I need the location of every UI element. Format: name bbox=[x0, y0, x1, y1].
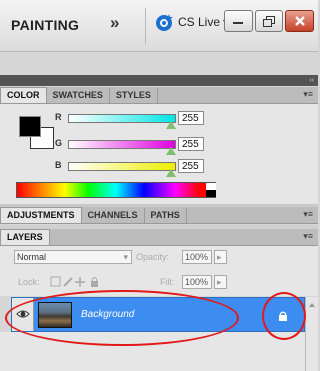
restore-icon bbox=[263, 16, 275, 27]
green-slider-handle[interactable] bbox=[166, 147, 176, 155]
tab-channels[interactable]: CHANNELS bbox=[82, 208, 145, 223]
layers-panel-tabs: LAYERS ▾≡ bbox=[0, 229, 318, 246]
divider bbox=[145, 8, 146, 44]
annotation-circle-lock bbox=[262, 292, 306, 340]
panel-menu-icon[interactable]: ▾≡ bbox=[303, 90, 313, 99]
panel-dock-empty-area bbox=[0, 53, 318, 75]
close-button[interactable] bbox=[285, 10, 315, 32]
lock-options-icons[interactable] bbox=[50, 276, 102, 288]
cs-live-button[interactable]: CS Live ▾ bbox=[153, 11, 228, 33]
panel-menu-icon[interactable]: ▾≡ bbox=[303, 210, 313, 219]
slider-label-b: B bbox=[55, 160, 62, 170]
fill-label: Fill: bbox=[160, 277, 174, 287]
fill-field[interactable]: 100% bbox=[182, 275, 212, 289]
foreground-color-swatch[interactable] bbox=[19, 116, 41, 137]
window-controls bbox=[224, 10, 315, 32]
panel-dock-header[interactable]: ›› bbox=[0, 75, 318, 86]
slider-label-g: G bbox=[55, 138, 63, 148]
red-slider-handle[interactable] bbox=[166, 121, 176, 129]
minimize-button[interactable] bbox=[224, 10, 253, 32]
color-panel-tabs: COLOR SWATCHES STYLES ▾≡ bbox=[0, 87, 318, 104]
panel-menu-icon[interactable]: ▾≡ bbox=[303, 232, 313, 241]
cs-live-label: CS Live bbox=[178, 15, 221, 29]
tab-paths[interactable]: PATHS bbox=[145, 208, 187, 223]
chevron-down-icon: ▾ bbox=[123, 252, 128, 262]
adjustments-panel-tabs: ADJUSTMENTS CHANNELS PATHS ▾≡ bbox=[0, 207, 318, 224]
layers-scrollbar[interactable] bbox=[305, 297, 318, 371]
annotation-ellipse-layer bbox=[5, 290, 239, 346]
slider-label-r: R bbox=[55, 112, 62, 122]
green-value-field[interactable]: 255 bbox=[178, 137, 204, 151]
lock-transparent-pixels-icon bbox=[50, 276, 61, 287]
color-spectrum-ramp[interactable] bbox=[16, 182, 216, 198]
black-white-swatch[interactable] bbox=[206, 183, 216, 197]
tab-styles[interactable]: STYLES bbox=[110, 88, 158, 103]
workspace-bar: PAINTING » CS Live ▾ bbox=[0, 0, 318, 52]
opacity-field[interactable]: 100% bbox=[182, 250, 212, 264]
red-slider-track[interactable] bbox=[68, 114, 176, 123]
blend-mode-select[interactable]: Normal ▾ bbox=[14, 250, 132, 264]
lock-all-icon bbox=[91, 281, 98, 287]
collapse-to-icons-button[interactable]: ›› bbox=[309, 75, 314, 86]
lock-image-pixels-icon bbox=[63, 277, 73, 287]
blue-value-field[interactable]: 255 bbox=[178, 159, 204, 173]
workspace-name[interactable]: PAINTING bbox=[11, 17, 79, 33]
red-value-field[interactable]: 255 bbox=[178, 111, 204, 125]
more-workspaces-button[interactable]: » bbox=[110, 13, 119, 33]
close-icon bbox=[294, 16, 305, 26]
scroll-up-icon bbox=[309, 303, 315, 307]
minimize-icon bbox=[233, 22, 244, 24]
blue-slider-handle[interactable] bbox=[166, 169, 176, 177]
layers-controls: Normal ▾ Opacity: 100% ▸ Lock: Fill: 100… bbox=[0, 246, 318, 296]
lock-position-icon bbox=[75, 277, 85, 287]
tab-adjustments[interactable]: ADJUSTMENTS bbox=[0, 207, 82, 223]
lock-label: Lock: bbox=[18, 277, 40, 287]
green-slider-track[interactable] bbox=[68, 140, 176, 149]
cs-live-swirl-icon bbox=[156, 14, 173, 31]
tab-layers[interactable]: LAYERS bbox=[0, 229, 50, 245]
tab-color[interactable]: COLOR bbox=[0, 87, 47, 103]
blue-slider-track[interactable] bbox=[68, 162, 176, 171]
restore-button[interactable] bbox=[254, 10, 284, 32]
tab-swatches[interactable]: SWATCHES bbox=[47, 88, 110, 103]
opacity-label: Opacity: bbox=[136, 252, 170, 262]
fill-slider-button[interactable]: ▸ bbox=[214, 275, 227, 289]
opacity-slider-button[interactable]: ▸ bbox=[214, 250, 227, 264]
blend-mode-value: Normal bbox=[17, 252, 47, 262]
